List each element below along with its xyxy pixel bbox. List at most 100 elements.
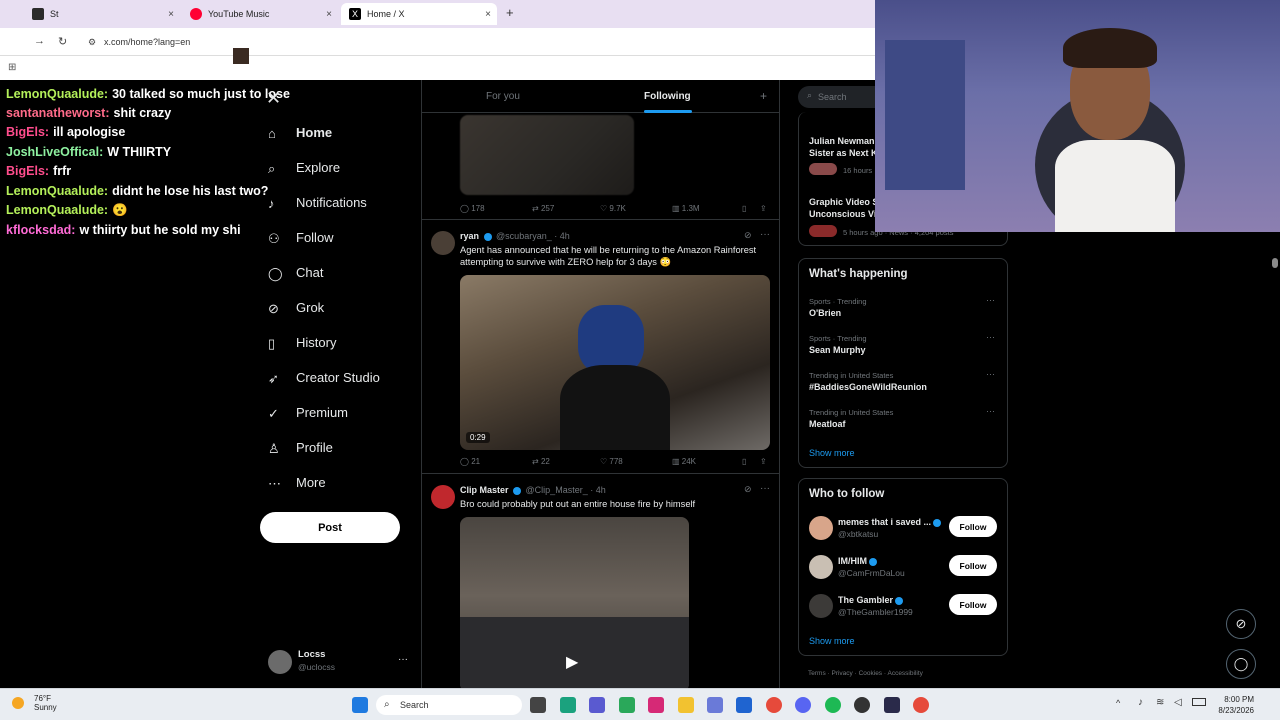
bookmark-icon[interactable]: ▯ bbox=[742, 457, 746, 466]
tweet[interactable]: Clip Master @Clip_Master_ · 4h ⊘ ··· Bro… bbox=[422, 475, 779, 690]
close-tab-icon[interactable]: × bbox=[485, 9, 491, 20]
trend-name[interactable]: Meatloaf bbox=[809, 419, 846, 429]
wifi-icon[interactable]: ≋ bbox=[1156, 697, 1164, 708]
account-name[interactable]: The Gambler bbox=[838, 595, 905, 605]
author-handle[interactable]: @scubaryan_ bbox=[496, 231, 552, 241]
footer-link[interactable]: Accessibility bbox=[887, 670, 922, 677]
discord-icon[interactable] bbox=[795, 697, 811, 713]
nav-explore[interactable]: ⌕ Explore bbox=[268, 160, 340, 176]
tweet-media-blurred[interactable] bbox=[460, 115, 634, 195]
views-button[interactable]: ▥ 1.3M bbox=[672, 204, 700, 213]
obs-icon[interactable] bbox=[854, 697, 870, 713]
bookmark-icon[interactable]: ▯ bbox=[742, 204, 746, 213]
trend-name[interactable]: #BaddiesGoneWildReunion bbox=[809, 382, 927, 392]
taskbar-clock[interactable]: 8:00 PM 8/23/2026 bbox=[1218, 694, 1254, 716]
volume-icon[interactable]: ◁ bbox=[1174, 697, 1182, 708]
follow-button[interactable]: Follow bbox=[949, 516, 997, 537]
taskbar-search[interactable]: ⌕ Search bbox=[376, 695, 522, 715]
nav-premium[interactable]: ✓ Premium bbox=[268, 405, 348, 421]
play-icon[interactable]: ▶ bbox=[566, 652, 578, 672]
trend-name[interactable]: O'Brien bbox=[809, 308, 841, 318]
edge-icon[interactable] bbox=[560, 697, 576, 713]
chevron-up-icon[interactable]: ^ bbox=[1116, 698, 1120, 708]
retweet-button[interactable]: ⇄ 257 bbox=[532, 204, 554, 213]
nav-history[interactable]: ▯ History bbox=[268, 335, 336, 351]
account-handle[interactable]: @xbtkatsu bbox=[838, 529, 878, 539]
chrome-profile-icon[interactable] bbox=[913, 697, 929, 713]
avatar[interactable] bbox=[431, 485, 455, 509]
account-name[interactable]: IM/HIM bbox=[838, 556, 879, 566]
tweet[interactable]: ryan @scubaryan_ · 4h ⊘ ··· Agent has an… bbox=[422, 221, 779, 474]
show-more-link[interactable]: Show more bbox=[809, 636, 855, 646]
share-icon[interactable]: ⇪ bbox=[760, 457, 767, 466]
bookmark-thumbnail[interactable] bbox=[233, 48, 249, 64]
app-icon[interactable] bbox=[884, 697, 900, 713]
grok-icon[interactable]: ⊘ bbox=[744, 230, 752, 241]
author-name[interactable]: Clip Master bbox=[460, 485, 509, 495]
tweet-time[interactable]: · 4h bbox=[590, 485, 606, 495]
account-handle[interactable]: @CamFrmDaLou bbox=[838, 568, 905, 578]
new-tab-button[interactable]: + bbox=[506, 5, 514, 20]
news-title[interactable]: Julian Newman bbox=[809, 136, 875, 146]
grok-float-icon[interactable]: ⊘ bbox=[1226, 609, 1256, 639]
retweet-button[interactable]: ⇄ 22 bbox=[532, 457, 550, 466]
tab-for-you[interactable]: For you bbox=[486, 91, 520, 102]
author-name[interactable]: ryan bbox=[460, 231, 479, 241]
nav-grok[interactable]: ⊘ Grok bbox=[268, 300, 324, 316]
more-icon[interactable]: ··· bbox=[986, 295, 995, 305]
tweet-time[interactable]: · 4h bbox=[554, 231, 570, 241]
battery-icon[interactable] bbox=[1192, 698, 1206, 706]
chrome-icon[interactable] bbox=[766, 697, 782, 713]
url-field[interactable]: x.com/home?lang=en bbox=[104, 37, 190, 47]
x-logo-icon[interactable]: ✕ bbox=[266, 88, 281, 109]
browser-tab-2[interactable]: YouTube Music × bbox=[182, 3, 338, 25]
tweet-video[interactable]: 0:29 bbox=[460, 275, 770, 450]
browser-tab-3[interactable]: X Home / X × bbox=[341, 3, 497, 25]
add-tab-button[interactable]: + bbox=[760, 89, 767, 103]
footer-link[interactable]: Cookies bbox=[859, 670, 882, 677]
avatar[interactable] bbox=[431, 231, 455, 255]
account-name[interactable]: memes that i saved ... bbox=[838, 517, 943, 527]
avatar[interactable] bbox=[809, 516, 833, 540]
tab-following[interactable]: Following bbox=[644, 91, 691, 102]
follow-button[interactable]: Follow bbox=[949, 594, 997, 615]
show-more-link[interactable]: Show more bbox=[809, 448, 855, 458]
store-icon[interactable] bbox=[736, 697, 752, 713]
nav-creator-studio[interactable]: ➶ Creator Studio bbox=[268, 370, 380, 386]
mic-icon[interactable]: ♪ bbox=[1138, 697, 1143, 708]
instagram-icon[interactable] bbox=[648, 697, 664, 713]
windows-start-icon[interactable] bbox=[352, 697, 368, 713]
like-button[interactable]: ♡ 9.7K bbox=[600, 204, 626, 213]
weather-widget[interactable]: 76°F Sunny bbox=[12, 694, 57, 712]
account-handle[interactable]: @TheGambler1999 bbox=[838, 607, 913, 617]
nav-chat[interactable]: ◯ Chat bbox=[268, 265, 323, 281]
more-icon[interactable]: ··· bbox=[760, 483, 770, 494]
task-view-icon[interactable] bbox=[530, 697, 546, 713]
share-icon[interactable]: ⇪ bbox=[760, 204, 767, 213]
news-subtitle[interactable]: Sister as Next K bbox=[809, 148, 878, 158]
post-button[interactable]: Post bbox=[260, 512, 400, 543]
nav-follow[interactable]: ⚇ Follow bbox=[268, 230, 334, 246]
messages-float-icon[interactable]: ◯ bbox=[1226, 649, 1256, 679]
teams-icon[interactable] bbox=[589, 697, 605, 713]
news-subtitle[interactable]: Unconscious Vi bbox=[809, 209, 876, 219]
like-button[interactable]: ♡ 778 bbox=[600, 457, 623, 466]
news-title[interactable]: Graphic Video S bbox=[809, 197, 878, 207]
nav-home[interactable]: ⌂ Home bbox=[268, 125, 332, 141]
trend-name[interactable]: Sean Murphy bbox=[809, 345, 866, 355]
reload-icon[interactable]: ↻ bbox=[58, 35, 67, 48]
avatar[interactable] bbox=[809, 594, 833, 618]
more-icon[interactable]: ··· bbox=[986, 369, 995, 379]
reply-button[interactable]: ◯ 21 bbox=[460, 457, 480, 466]
xbox-icon[interactable] bbox=[619, 697, 635, 713]
nav-profile[interactable]: ♙ Profile bbox=[268, 440, 333, 456]
footer-link[interactable]: Privacy bbox=[831, 670, 852, 677]
close-tab-icon[interactable]: × bbox=[326, 9, 332, 20]
page-scrollbar-thumb[interactable] bbox=[1272, 258, 1278, 268]
file-explorer-icon[interactable] bbox=[678, 697, 694, 713]
nav-more[interactable]: ⋯ More bbox=[268, 475, 326, 491]
nav-notifications[interactable]: ♪ Notifications bbox=[268, 195, 367, 211]
forward-icon[interactable]: → bbox=[34, 35, 45, 47]
views-button[interactable]: ▥ 24K bbox=[672, 457, 696, 466]
more-icon[interactable]: ··· bbox=[986, 332, 995, 342]
